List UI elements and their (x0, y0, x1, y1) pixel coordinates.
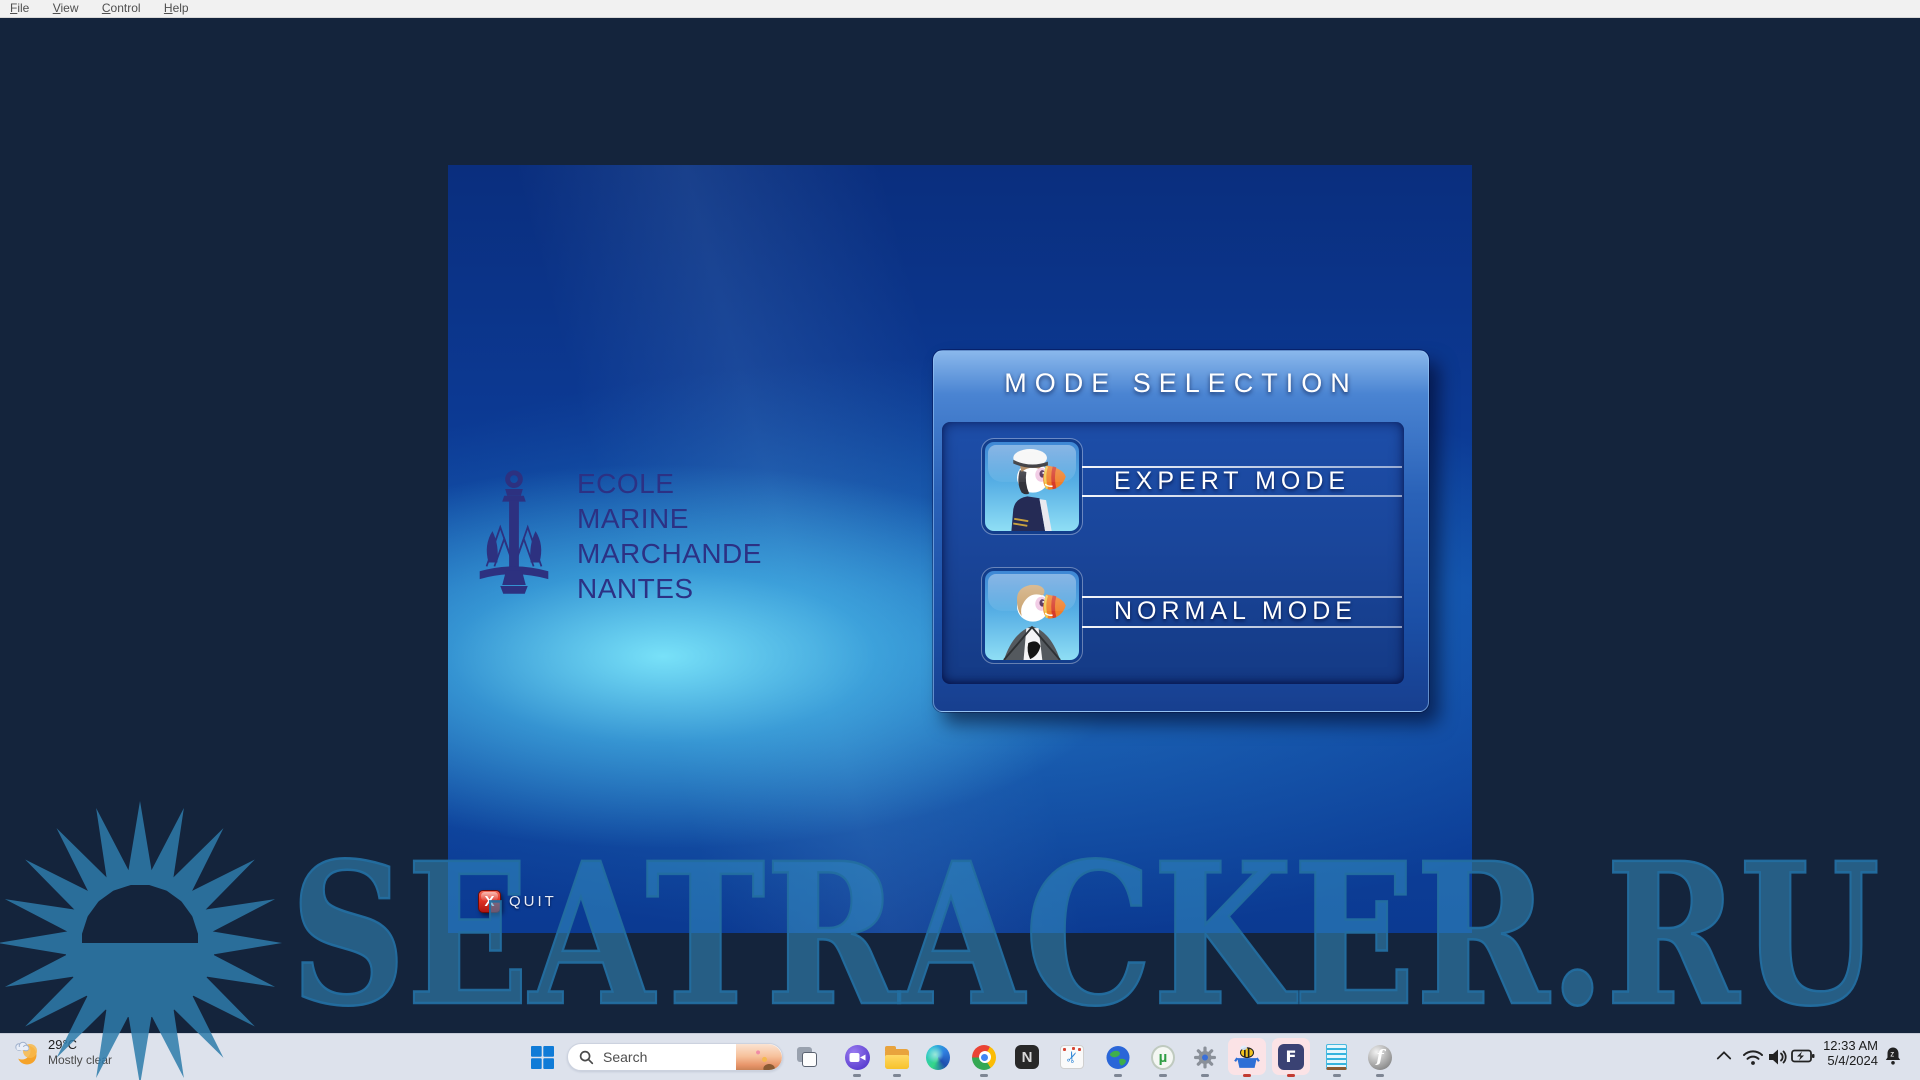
video-chat-button[interactable] (845, 1045, 869, 1069)
desktop: File View Control Help ECOLE (0, 0, 1920, 1080)
connector-line (1082, 626, 1402, 628)
captain-puffin-icon (985, 442, 1079, 531)
active-indicator (1287, 1074, 1295, 1077)
moon-cloud-weather-icon (10, 1038, 40, 1068)
expert-mode-avatar-button[interactable] (982, 439, 1082, 534)
running-indicator (893, 1074, 901, 1077)
globe-app-button[interactable] (1106, 1045, 1130, 1069)
running-indicator (980, 1074, 988, 1077)
quit-label: QUIT (509, 893, 557, 910)
connector-line (1082, 495, 1402, 497)
clock-widget[interactable]: 12:33 AM 5/4/2024 (1812, 1038, 1878, 1068)
menu-view[interactable]: View (43, 0, 89, 17)
chrome-icon (972, 1045, 996, 1070)
task-view-button[interactable] (794, 1045, 818, 1069)
video-chat-icon (845, 1045, 870, 1070)
settings-button[interactable] (1193, 1045, 1217, 1069)
weather-condition: Mostly clear (48, 1053, 112, 1068)
quit-button[interactable]: X QUIT (478, 890, 557, 913)
flash-player-button[interactable]: f (1368, 1045, 1392, 1069)
utorrent-button[interactable]: µ (1151, 1045, 1175, 1069)
svg-text:z: z (1890, 1050, 1894, 1059)
tray-time: 12:33 AM (1812, 1038, 1878, 1053)
weather-widget[interactable]: 29°C Mostly clear (10, 1037, 112, 1068)
normal-mode-avatar-button[interactable] (982, 568, 1082, 663)
mode-list: EXPERT MODE (942, 422, 1404, 684)
f-app-icon: F (1278, 1044, 1304, 1070)
cadet-puffin-icon (985, 571, 1079, 660)
search-input[interactable]: Search (567, 1043, 783, 1071)
menu-help[interactable]: Help (154, 0, 199, 17)
simulator-window: ECOLE MARINE MARCHANDE NANTES MODE SELEC… (448, 165, 1472, 933)
edge-icon (926, 1045, 950, 1070)
active-indicator (1243, 1074, 1251, 1077)
running-indicator (1159, 1074, 1167, 1077)
panel-title: MODE SELECTION (934, 368, 1428, 399)
tray-chevron-icon[interactable] (1716, 1047, 1732, 1063)
mode-selection-panel: MODE SELECTION (933, 350, 1429, 712)
school-name: ECOLE MARINE MARCHANDE NANTES (577, 466, 762, 606)
bee-box-icon (1234, 1044, 1260, 1070)
search-icon (579, 1050, 594, 1065)
search-placeholder: Search (603, 1049, 647, 1065)
tray-date: 5/4/2024 (1812, 1053, 1878, 1068)
snipping-tool-button[interactable]: ✂ (1060, 1045, 1084, 1069)
folder-icon (885, 1049, 909, 1069)
bing-daily-image[interactable] (736, 1044, 782, 1071)
anchor-logo-icon (465, 468, 563, 602)
menu-bar: File View Control Help (0, 0, 1920, 18)
notification-bell-icon[interactable]: z (1884, 1046, 1902, 1066)
bee-sim-app-button[interactable] (1228, 1038, 1266, 1075)
edge-browser-button[interactable] (926, 1045, 950, 1069)
speaker-icon[interactable] (1767, 1047, 1789, 1067)
running-indicator (1333, 1074, 1341, 1077)
flash-icon: f (1368, 1045, 1392, 1070)
menu-file[interactable]: File (0, 0, 39, 17)
notes-icon (1326, 1044, 1347, 1070)
menu-control[interactable]: Control (92, 0, 151, 17)
gear-icon (1193, 1045, 1217, 1070)
n-app-button[interactable]: N (1015, 1045, 1039, 1069)
normal-mode-button[interactable]: NORMAL MODE (1114, 597, 1357, 625)
file-explorer-button[interactable] (885, 1045, 909, 1069)
running-indicator (853, 1074, 861, 1077)
notes-app-button[interactable] (1326, 1044, 1347, 1070)
wifi-icon[interactable] (1742, 1047, 1764, 1067)
windows-logo-icon (531, 1046, 554, 1069)
weather-temp: 29°C (48, 1037, 112, 1053)
running-indicator (1114, 1074, 1122, 1077)
quit-x-icon[interactable]: X (478, 890, 501, 913)
scissors-icon: ✂ (1060, 1045, 1084, 1069)
n-app-icon: N (1015, 1045, 1039, 1069)
utorrent-icon: µ (1151, 1045, 1175, 1070)
start-button[interactable] (530, 1045, 554, 1069)
taskbar: 29°C Mostly clear Search (0, 1033, 1920, 1080)
chrome-browser-button[interactable] (972, 1045, 996, 1069)
running-indicator (1376, 1074, 1384, 1077)
f-sim-app-button[interactable]: F (1272, 1038, 1310, 1075)
expert-mode-button[interactable]: EXPERT MODE (1114, 467, 1350, 495)
globe-icon (1106, 1045, 1130, 1070)
running-indicator (1201, 1074, 1209, 1077)
